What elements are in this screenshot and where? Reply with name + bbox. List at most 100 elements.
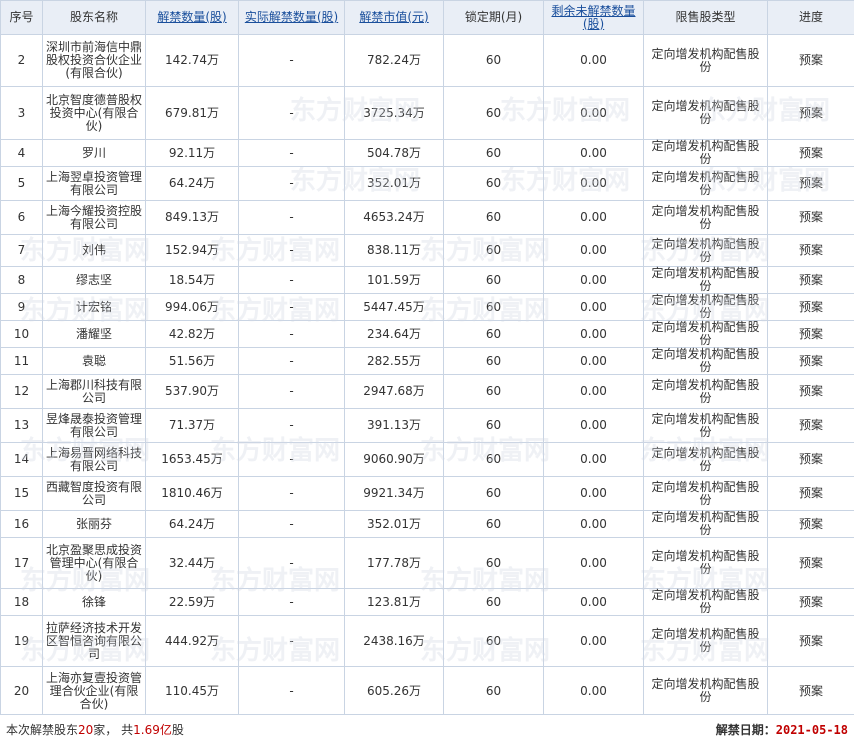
share-type-cell: 定向增发机构配售股份: [644, 201, 768, 235]
unlock-qty-cell: 64.24万: [146, 511, 239, 538]
holder-name-cell: 拉萨经济技术开发区智恒咨询有限公司: [43, 616, 146, 667]
table-row: 3北京智度德普股权投资中心(有限合伙)679.81万-3725.34万600.0…: [1, 87, 854, 140]
unlock-qty-cell: 152.94万: [146, 235, 239, 267]
share-type-cell: 定向增发机构配售股份: [644, 667, 768, 716]
holder-name-line: 理合伙企业(有限: [46, 685, 142, 698]
unlock-qty-cell: 32.44万: [146, 538, 239, 589]
holder-name-line: 有限公司: [46, 184, 142, 197]
table-header-row: 序号 股东名称 解禁数量(股) 实际解禁数量(股) 解禁市值(元) 锁定期(月)…: [1, 1, 854, 35]
lock-period-cell: 60: [444, 443, 544, 477]
progress-cell: 预案: [768, 201, 854, 235]
unlock-value-cell: 101.59万: [345, 267, 444, 294]
holder-name-line: 管理中心(有限合: [46, 557, 142, 570]
unlock-qty-cell: 51.56万: [146, 348, 239, 375]
holder-name-line: 有限公司: [46, 426, 142, 439]
remaining-qty-cell: 0.00: [544, 348, 644, 375]
seq-cell: 20: [1, 667, 43, 716]
total-shares: 1.69亿: [133, 723, 172, 737]
lock-period-cell: 60: [444, 538, 544, 589]
table-body: 2深圳市前海信中鼎股权投资合伙企业(有限合伙)142.74万-782.24万60…: [1, 35, 854, 716]
seq-cell: 13: [1, 409, 43, 443]
holder-name-line: 刘伟: [46, 244, 142, 257]
holder-name-cell: 张丽芬: [43, 511, 146, 538]
share-type-cell: 定向增发机构配售股份: [644, 511, 768, 538]
holder-name-line: 上海今耀投资控股: [46, 205, 142, 218]
table-row: 20上海亦复壹投资管理合伙企业(有限合伙)110.45万-605.26万600.…: [1, 667, 854, 716]
unlock-qty-cell: 537.90万: [146, 375, 239, 409]
remaining-qty-cell: 0.00: [544, 375, 644, 409]
sort-unlock-qty[interactable]: 解禁数量(股): [146, 1, 239, 35]
seq-cell: 4: [1, 140, 43, 167]
table-row: 16张丽芬64.24万-352.01万600.00定向增发机构配售股份预案: [1, 511, 854, 538]
unlock-qty-cell: 679.81万: [146, 87, 239, 140]
progress-cell: 预案: [768, 538, 854, 589]
unlock-value-cell: 282.55万: [345, 348, 444, 375]
share-type-cell: 定向增发机构配售股份: [644, 140, 768, 167]
progress-cell: 预案: [768, 409, 854, 443]
unlock-value-cell: 352.01万: [345, 167, 444, 201]
seq-cell: 11: [1, 348, 43, 375]
progress-cell: 预案: [768, 667, 854, 716]
unlock-qty-cell: 64.24万: [146, 167, 239, 201]
progress-cell: 预案: [768, 477, 854, 511]
holder-name-line: 上海翌卓投资管理: [46, 171, 142, 184]
lock-period-cell: 60: [444, 294, 544, 321]
lock-period-cell: 60: [444, 375, 544, 409]
holder-name-line: (有限合伙): [46, 67, 142, 80]
seq-cell: 12: [1, 375, 43, 409]
remaining-label-line2: (股): [546, 18, 641, 31]
remaining-qty-cell: 0.00: [544, 409, 644, 443]
table-row: 14上海易晋网络科技有限公司1653.45万-9060.90万600.00定向增…: [1, 443, 854, 477]
holder-name-cell: 刘伟: [43, 235, 146, 267]
unlock-qty-cell: 1810.46万: [146, 477, 239, 511]
table-row: 12上海郡川科技有限公司537.90万-2947.68万600.00定向增发机构…: [1, 375, 854, 409]
remaining-qty-cell: 0.00: [544, 235, 644, 267]
holder-name-cell: 西藏智度投资有限公司: [43, 477, 146, 511]
table-row: 7刘伟152.94万-838.11万600.00定向增发机构配售股份预案: [1, 235, 854, 267]
sort-unlock-value[interactable]: 解禁市值(元): [345, 1, 444, 35]
unlock-qty-cell: 1653.45万: [146, 443, 239, 477]
seq-cell: 7: [1, 235, 43, 267]
lock-period-cell: 60: [444, 140, 544, 167]
remaining-qty-cell: 0.00: [544, 140, 644, 167]
share-type-cell: 定向增发机构配售股份: [644, 589, 768, 616]
unlock-value-cell: 838.11万: [345, 235, 444, 267]
seq-cell: 3: [1, 87, 43, 140]
holder-name-line: 拉萨经济技术开发: [46, 622, 142, 635]
table-row: 6上海今耀投资控股有限公司849.13万-4653.24万600.00定向增发机…: [1, 201, 854, 235]
actual-unlock-cell: -: [239, 294, 345, 321]
progress-cell: 预案: [768, 235, 854, 267]
summary-mid: 家， 共: [93, 723, 133, 737]
lock-period-cell: 60: [444, 589, 544, 616]
holder-name-cell: 北京智度德普股权投资中心(有限合伙): [43, 87, 146, 140]
holder-name-line: 张丽芬: [46, 518, 142, 531]
seq-cell: 10: [1, 321, 43, 348]
progress-cell: 预案: [768, 348, 854, 375]
holder-name-line: 缪志坚: [46, 274, 142, 287]
actual-unlock-cell: -: [239, 167, 345, 201]
unlock-value-cell: 123.81万: [345, 589, 444, 616]
actual-unlock-cell: -: [239, 375, 345, 409]
unlock-value-cell: 5447.45万: [345, 294, 444, 321]
remaining-qty-cell: 0.00: [544, 167, 644, 201]
unlock-date: 解禁日期：2021-05-18: [716, 721, 848, 738]
unlock-value-cell: 9060.90万: [345, 443, 444, 477]
actual-unlock-cell: -: [239, 348, 345, 375]
table-row: 15西藏智度投资有限公司1810.46万-9921.34万600.00定向增发机…: [1, 477, 854, 511]
actual-unlock-cell: -: [239, 87, 345, 140]
sort-actual-unlock-qty[interactable]: 实际解禁数量(股): [239, 1, 345, 35]
share-type-cell: 定向增发机构配售股份: [644, 477, 768, 511]
share-type-cell: 定向增发机构配售股份: [644, 375, 768, 409]
remaining-qty-cell: 0.00: [544, 589, 644, 616]
remaining-qty-cell: 0.00: [544, 538, 644, 589]
holder-name-cell: 罗川: [43, 140, 146, 167]
table-row: 17北京盈聚思成投资管理中心(有限合伙)32.44万-177.78万600.00…: [1, 538, 854, 589]
actual-unlock-cell: -: [239, 538, 345, 589]
unlock-value-cell: 782.24万: [345, 35, 444, 87]
sort-remaining-qty[interactable]: 剩余未解禁数量 (股): [544, 1, 644, 35]
holder-name-line: 潘耀坚: [46, 328, 142, 341]
unlock-qty-cell: 71.37万: [146, 409, 239, 443]
lock-period-cell: 60: [444, 267, 544, 294]
seq-cell: 5: [1, 167, 43, 201]
holder-name-cell: 计宏铭: [43, 294, 146, 321]
